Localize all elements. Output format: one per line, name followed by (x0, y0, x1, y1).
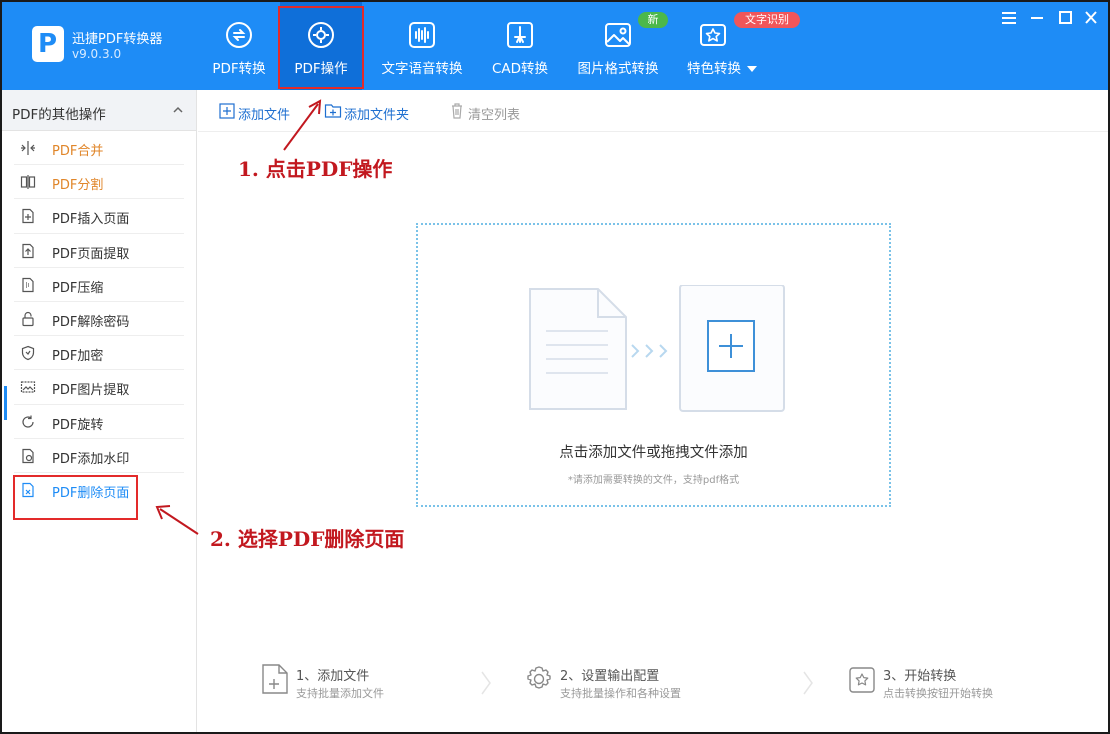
watermark-icon (20, 448, 36, 464)
chevron-up-icon (172, 104, 184, 116)
sidebar-item-label: PDF加密 (52, 349, 104, 365)
settings-gear-icon (524, 662, 554, 696)
start-convert-icon (847, 662, 877, 696)
sidebar-item-image-extract[interactable]: PDF图片提取 (14, 370, 184, 405)
app-logo-letter: P (38, 29, 58, 59)
tab-text-speech-label: 文字语音转换 (381, 61, 463, 77)
delete-page-icon (20, 482, 36, 498)
step-subtitle: 支持批量添加文件 (296, 687, 384, 700)
sidebar-item-label: PDF图片提取 (52, 383, 130, 399)
sidebar-title: PDF的其他操作 (12, 107, 106, 123)
app-logo: P (32, 26, 64, 62)
tab-pdf-convert-label: PDF转换 (212, 61, 266, 77)
sidebar-item-label: PDF添加水印 (52, 451, 130, 467)
add-file-button[interactable]: 添加文件 (218, 102, 298, 123)
sidebar-item-delete-page[interactable]: PDF删除页面 (14, 473, 184, 507)
add-file-label: 添加文件 (238, 108, 291, 123)
tab-pdf-operation-label: PDF操作 (294, 61, 348, 77)
unlock-icon (20, 311, 36, 327)
sidebar-item-label: PDF解除密码 (52, 314, 130, 330)
top-header: P 迅捷PDF转换器 v9.0.3.0 PDF转换 PDF操作 文字语音转换 C… (2, 2, 1108, 90)
tab-cad-convert-label: CAD转换 (491, 61, 549, 77)
sidebar: PDF的其他操作 PDF合并 PDF分割 PDF插入页面 PDF页面提取 PDF… (2, 90, 197, 732)
clear-list-label: 清空列表 (468, 108, 521, 123)
image-icon (603, 20, 633, 50)
toolbar: 添加文件 添加文件夹 清空列表 (198, 90, 1108, 132)
close-icon[interactable] (1080, 8, 1102, 28)
drop-zone-text: 点击添加文件或拖拽文件添加 (559, 445, 748, 461)
sidebar-item-rotate[interactable]: PDF旋转 (14, 405, 184, 439)
sidebar-item-label: PDF插入页面 (52, 212, 130, 228)
sidebar-item-insert-page[interactable]: PDF插入页面 (14, 199, 184, 234)
rotate-icon (20, 414, 36, 430)
split-icon (20, 174, 36, 190)
maximize-icon[interactable] (1054, 8, 1076, 28)
step-title: 2、设置输出配置 (560, 669, 660, 684)
sidebar-item-label: PDF删除页面 (52, 485, 130, 501)
step-subtitle: 点击转换按钮开始转换 (883, 687, 993, 700)
chevron-down-icon (747, 66, 757, 72)
sidebar-item-label: PDF页面提取 (52, 246, 130, 262)
sidebar-item-merge[interactable]: PDF合并 (14, 131, 184, 166)
merge-icon (20, 140, 36, 156)
new-badge: 新 (638, 12, 668, 28)
tab-cad-convert[interactable]: CAD转换 (484, 2, 556, 90)
ocr-badge: 文字识别 (734, 12, 800, 28)
sidebar-item-label: PDF分割 (52, 178, 104, 194)
step-subtitle: 支持批量操作和各种设置 (560, 687, 681, 700)
extract-page-icon (20, 243, 36, 259)
tab-feature-convert-label: 特色转换 (687, 57, 768, 77)
shield-icon (20, 345, 36, 361)
sidebar-header[interactable]: PDF的其他操作 (2, 90, 196, 131)
minimize-icon[interactable] (1026, 8, 1048, 28)
cad-icon (505, 20, 535, 50)
sidebar-item-split[interactable]: PDF分割 (14, 165, 184, 200)
app-window: P 迅捷PDF转换器 v9.0.3.0 PDF转换 PDF操作 文字语音转换 C… (0, 0, 1110, 734)
add-folder-button[interactable]: 添加文件夹 (324, 102, 420, 123)
clear-list-button[interactable]: 清空列表 (448, 102, 528, 123)
tab-image-format-label: 图片格式转换 (577, 61, 659, 77)
chevron-right-icon (481, 671, 491, 695)
sidebar-item-extract-page[interactable]: PDF页面提取 (14, 234, 184, 268)
tab-text-speech[interactable]: 文字语音转换 (376, 2, 468, 90)
add-folder-icon (324, 104, 342, 118)
app-version: v9.0.3.0 (72, 47, 122, 61)
step-title: 3、开始转换 (883, 669, 957, 684)
audio-wave-icon (407, 20, 437, 50)
step-title: 1、添加文件 (296, 669, 370, 684)
sidebar-item-watermark[interactable]: PDF添加水印 (14, 439, 184, 473)
sidebar-item-compress[interactable]: PDF压缩 (14, 268, 184, 302)
pdf-operation-icon (306, 20, 336, 50)
compress-icon (20, 277, 36, 293)
sidebar-item-label: PDF合并 (52, 144, 104, 159)
annotation-step2: 2. 选择PDF删除页面 (210, 527, 405, 551)
feature-star-icon (698, 20, 728, 50)
sidebar-item-encrypt[interactable]: PDF加密 (14, 336, 184, 371)
sidebar-item-label: PDF旋转 (52, 417, 104, 433)
chevron-right-icon (803, 671, 813, 695)
sidebar-item-unlock[interactable]: PDF解除密码 (14, 302, 184, 337)
add-file-icon (219, 103, 235, 119)
menu-icon[interactable] (998, 8, 1020, 28)
insert-page-icon (20, 208, 36, 224)
drop-zone-hint: *请添加需要转换的文件，支持pdf格式 (567, 475, 740, 486)
image-extract-icon (20, 379, 36, 395)
tab-feature-convert-text: 特色转换 (687, 61, 741, 77)
add-file-icon (260, 662, 290, 696)
pdf-convert-icon (224, 20, 254, 50)
drop-illustration (529, 285, 785, 412)
tab-pdf-operation[interactable]: PDF操作 (280, 2, 362, 90)
annotation-step1: 1. 点击PDF操作 (238, 157, 393, 181)
app-name: 迅捷PDF转换器 (72, 32, 163, 47)
sidebar-item-label: PDF压缩 (52, 280, 104, 296)
trash-icon (452, 103, 462, 119)
sidebar-active-indicator (4, 386, 7, 420)
tab-pdf-convert[interactable]: PDF转换 (202, 2, 276, 90)
file-drop-zone[interactable]: 点击添加文件或拖拽文件添加 *请添加需要转换的文件，支持pdf格式 (416, 223, 891, 507)
add-folder-label: 添加文件夹 (344, 108, 410, 123)
